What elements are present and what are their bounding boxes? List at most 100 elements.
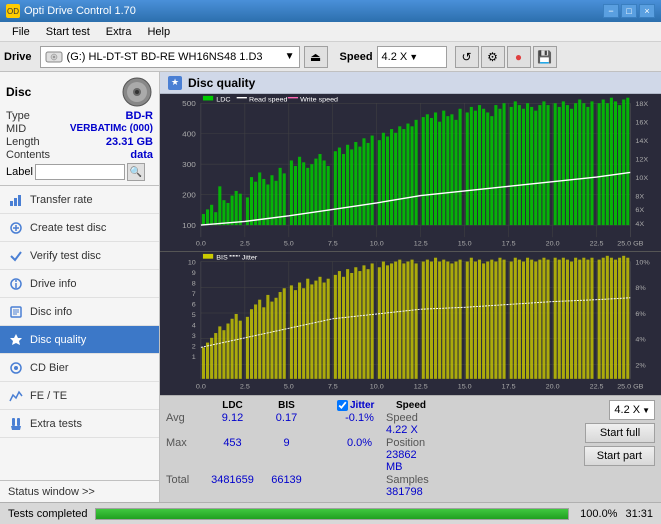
svg-text:7: 7 — [192, 291, 196, 298]
disc-quality-header: ★ Disc quality — [160, 72, 661, 94]
sidebar-item-cd-bier[interactable]: CD Bier — [0, 354, 159, 382]
close-button[interactable]: × — [639, 4, 655, 18]
max-jitter: 0.0% — [337, 437, 382, 473]
sidebar-item-disc-quality[interactable]: Disc quality — [0, 326, 159, 354]
sidebar-item-create-test-disc[interactable]: Create test disc — [0, 214, 159, 242]
minimize-button[interactable]: − — [603, 4, 619, 18]
total-row: Total 3481659 66139 Samples 381798 — [166, 474, 576, 498]
sidebar-item-transfer-rate[interactable]: Transfer rate — [0, 186, 159, 214]
max-label: Max — [166, 437, 201, 473]
drive-info-label: Drive info — [30, 278, 76, 290]
svg-text:BIS: BIS — [216, 255, 228, 262]
svg-text:8%: 8% — [635, 285, 645, 292]
sidebar-item-disc-info[interactable]: Disc info — [0, 298, 159, 326]
sidebar-item-verify-test-disc[interactable]: Verify test disc — [0, 242, 159, 270]
svg-text:12.5: 12.5 — [414, 384, 428, 391]
label-row: Label 🔍 — [6, 163, 153, 181]
jitter-header: Jitter — [350, 400, 374, 411]
cd-bier-label: CD Bier — [30, 362, 69, 374]
menubar: File Start test Extra Help — [0, 22, 661, 42]
sidebar-item-extra-tests[interactable]: Extra tests — [0, 410, 159, 438]
start-part-button[interactable]: Start part — [584, 446, 655, 466]
sidebar-item-drive-info[interactable]: Drive info — [0, 270, 159, 298]
max-bis: 9 — [264, 437, 309, 473]
speed-row: 4.2 X ▼ — [609, 400, 655, 420]
disc-label: Disc — [6, 85, 31, 99]
bis-chart-svg: 10 9 8 7 6 5 4 3 2 1 10% 8% 6% 4% 2% — [160, 252, 661, 395]
label-button[interactable]: 🔍 — [127, 163, 145, 181]
position-stat: Position 23862 MB — [386, 437, 436, 473]
total-ldc: 3481659 — [205, 474, 260, 498]
svg-text:10.0: 10.0 — [370, 384, 384, 391]
sidebar: Disc Type BD-R MID VERBATIMc (000) Lengt… — [0, 72, 160, 502]
color-button[interactable]: ● — [507, 46, 531, 68]
drivebar: Drive (G:) HL-DT-ST BD-RE WH16NS48 1.D3 … — [0, 42, 661, 72]
verify-test-disc-label: Verify test disc — [30, 250, 101, 262]
menu-help[interactable]: Help — [139, 24, 178, 40]
progress-bar-fill — [96, 509, 568, 519]
verify-test-disc-icon — [8, 248, 24, 264]
status-window-button[interactable]: Status window >> — [0, 480, 159, 502]
disc-mid-row: MID VERBATIMc (000) — [6, 123, 153, 135]
create-test-disc-label: Create test disc — [30, 222, 106, 234]
drive-select[interactable]: (G:) HL-DT-ST BD-RE WH16NS48 1.D3 ▼ — [40, 46, 300, 68]
save-button[interactable]: 💾 — [533, 46, 557, 68]
drive-dropdown-arrow[interactable]: ▼ — [285, 51, 295, 62]
svg-text:3: 3 — [192, 333, 196, 340]
svg-text:5: 5 — [192, 312, 196, 319]
drive-name: (G:) HL-DT-ST BD-RE WH16NS48 1.D3 — [67, 51, 281, 63]
samples-stat: Samples 381798 — [386, 474, 436, 498]
disc-contents-row: Contents data — [6, 149, 153, 161]
svg-text:10%: 10% — [635, 260, 649, 267]
label-input[interactable] — [35, 164, 125, 180]
svg-text:10.0: 10.0 — [370, 241, 384, 248]
titlebar-left: OD Opti Drive Control 1.70 — [6, 4, 136, 18]
jitter-checkbox[interactable] — [337, 400, 348, 411]
menu-extra[interactable]: Extra — [98, 24, 140, 40]
start-full-button[interactable]: Start full — [585, 423, 655, 443]
avg-label: Avg — [166, 412, 201, 436]
menu-start-test[interactable]: Start test — [38, 24, 98, 40]
svg-text:2: 2 — [192, 343, 196, 350]
svg-text:Read speed: Read speed — [249, 97, 288, 104]
titlebar-controls: − □ × — [603, 4, 655, 18]
svg-text:8: 8 — [192, 281, 196, 288]
refresh-button[interactable]: ↺ — [455, 46, 479, 68]
maximize-button[interactable]: □ — [621, 4, 637, 18]
disc-length-row: Length 23.31 GB — [6, 136, 153, 148]
eject-button[interactable]: ⏏ — [304, 46, 328, 68]
speed-select-drive[interactable]: 4.2 X ▼ — [377, 46, 447, 68]
menu-file[interactable]: File — [4, 24, 38, 40]
titlebar: OD Opti Drive Control 1.70 − □ × — [0, 0, 661, 22]
disc-quality-label: Disc quality — [30, 334, 86, 346]
disc-quality-header-icon: ★ — [168, 76, 182, 90]
stats-controls-area: LDC BIS Jitter Speed Avg — [160, 395, 661, 502]
time-text: 31:31 — [625, 508, 653, 520]
action-speed-select[interactable]: 4.2 X ▼ — [609, 400, 655, 420]
ldc-header: LDC — [205, 400, 260, 411]
sidebar-item-fe-te[interactable]: FE / TE — [0, 382, 159, 410]
settings-button[interactable]: ⚙ — [481, 46, 505, 68]
ldc-chart-svg: 500 400 300 200 100 18X 16X 14X 12X 10X … — [160, 94, 661, 251]
stats-row: LDC BIS Jitter Speed Avg — [166, 400, 655, 498]
avg-row: Avg 9.12 0.17 -0.1% Speed 4.22 X — [166, 412, 576, 436]
disc-panel-header: Disc — [6, 76, 153, 108]
ldc-chart-area: 500 400 300 200 100 18X 16X 14X 12X 10X … — [160, 94, 661, 251]
svg-text:400: 400 — [182, 130, 196, 139]
svg-text:7.5: 7.5 — [328, 384, 338, 391]
svg-text:12X: 12X — [635, 157, 648, 164]
svg-text:18X: 18X — [635, 101, 648, 108]
drive-disc-icon — [45, 50, 63, 64]
drive-label: Drive — [4, 51, 32, 63]
avg-ldc: 9.12 — [205, 412, 260, 436]
action-buttons: 4.2 X ▼ Start full Start part — [584, 400, 655, 466]
avg-bis: 0.17 — [264, 412, 309, 436]
charts-container: 500 400 300 200 100 18X 16X 14X 12X 10X … — [160, 94, 661, 395]
avg-jitter: -0.1% — [337, 412, 382, 436]
svg-text:1: 1 — [192, 354, 196, 361]
fe-te-icon — [8, 388, 24, 404]
stats-table: LDC BIS Jitter Speed Avg — [166, 400, 576, 498]
transfer-rate-label: Transfer rate — [30, 194, 93, 206]
svg-text:15.0: 15.0 — [458, 384, 472, 391]
svg-text:4%: 4% — [635, 337, 645, 344]
